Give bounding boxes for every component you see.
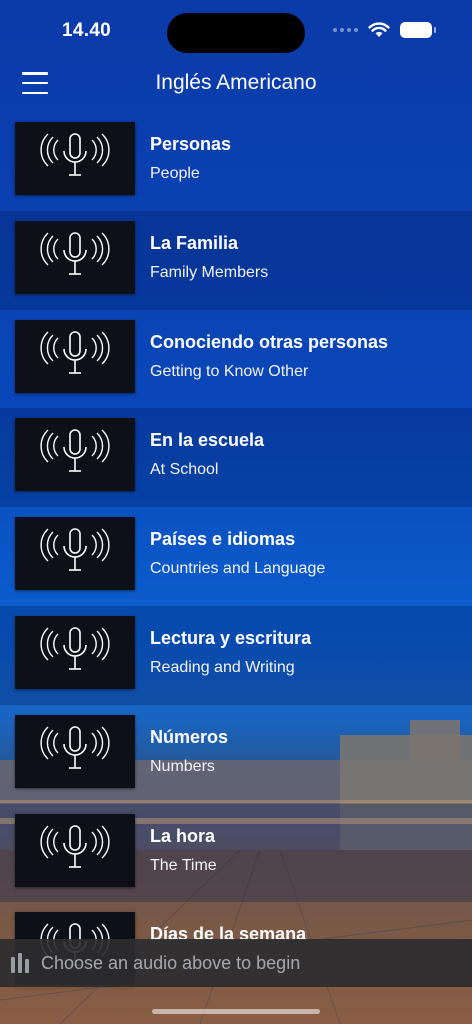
lesson-text: Países e idiomas Countries and Language xyxy=(150,528,325,579)
lesson-row[interactable]: Lectura y escritura Reading and Writing xyxy=(0,605,472,705)
audio-player-bar[interactable]: Choose an audio above to begin xyxy=(0,939,472,987)
lesson-thumbnail xyxy=(15,122,135,195)
lesson-row[interactable]: Conociendo otras personas Getting to Know… xyxy=(0,310,472,409)
microphone-icon xyxy=(36,526,114,581)
lesson-subtitle: Countries and Language xyxy=(150,560,326,578)
lesson-title: La hora xyxy=(150,825,216,846)
lesson-title: Lectura y escritura xyxy=(150,627,312,648)
status-icons xyxy=(333,22,436,38)
microphone-icon xyxy=(36,724,114,779)
microphone-icon xyxy=(36,823,114,878)
lesson-subtitle: Numbers xyxy=(150,757,215,775)
wifi-icon xyxy=(368,22,390,37)
status-time: 14.40 xyxy=(62,20,112,41)
page-title: Inglés Americano xyxy=(155,71,317,94)
lesson-text: La Familia Family Members xyxy=(150,232,268,283)
lesson-subtitle: Getting to Know Other xyxy=(150,362,309,380)
lesson-row[interactable]: Números Numbers xyxy=(0,705,472,804)
lesson-subtitle: Reading and Writing xyxy=(150,658,295,676)
microphone-icon xyxy=(36,625,114,680)
dynamic-island xyxy=(167,13,305,53)
home-indicator xyxy=(152,1009,320,1014)
lesson-subtitle: The Time xyxy=(150,856,217,874)
lesson-subtitle: Family Members xyxy=(150,263,269,281)
microphone-icon xyxy=(36,427,114,482)
lesson-text: Personas People xyxy=(150,133,231,184)
lesson-text: Lectura y escritura Reading and Writing xyxy=(150,627,311,678)
lesson-thumbnail xyxy=(15,319,135,393)
battery-icon xyxy=(400,22,436,38)
lesson-text: En la escuela At School xyxy=(150,429,264,480)
lesson-thumbnail xyxy=(15,615,135,689)
status-bar: 14.40 xyxy=(0,0,472,62)
lesson-thumbnail xyxy=(15,220,135,294)
lesson-thumbnail xyxy=(15,418,135,492)
lesson-text: La hora The Time xyxy=(150,825,217,876)
lesson-row[interactable]: En la escuela At School xyxy=(0,408,472,508)
lesson-text: Números Numbers xyxy=(150,726,228,777)
lesson-title: Números xyxy=(150,726,229,747)
lesson-thumbnail xyxy=(15,517,135,591)
lesson-title: En la escuela xyxy=(150,430,265,451)
lesson-row[interactable]: La hora The Time xyxy=(0,803,472,903)
lesson-title: Personas xyxy=(150,134,232,154)
lesson-subtitle: People xyxy=(150,165,200,182)
lesson-thumbnail xyxy=(15,813,135,887)
player-status-text: Choose an audio above to begin xyxy=(41,952,301,973)
lesson-title: La Familia xyxy=(150,232,239,253)
navigation-bar: Inglés Americano xyxy=(0,62,472,118)
lesson-title: Conociendo otras personas xyxy=(150,331,389,352)
audio-bars-icon xyxy=(11,953,29,973)
lesson-thumbnail xyxy=(15,714,135,788)
lesson-list: Personas People La Familia Family Members … xyxy=(0,112,472,1001)
cellular-dots-icon xyxy=(333,28,358,32)
microphone-icon xyxy=(36,230,114,285)
microphone-icon xyxy=(36,131,114,186)
lesson-text: Conociendo otras personas Getting to Know… xyxy=(150,331,388,382)
lesson-title: Países e idiomas xyxy=(150,529,296,550)
lesson-row[interactable]: La Familia Family Members xyxy=(0,210,472,310)
lesson-row[interactable]: Personas People xyxy=(0,112,472,211)
microphone-icon xyxy=(36,329,114,384)
lesson-row[interactable]: Países e idiomas Countries and Language xyxy=(0,507,472,606)
lesson-subtitle: At School xyxy=(150,461,219,479)
